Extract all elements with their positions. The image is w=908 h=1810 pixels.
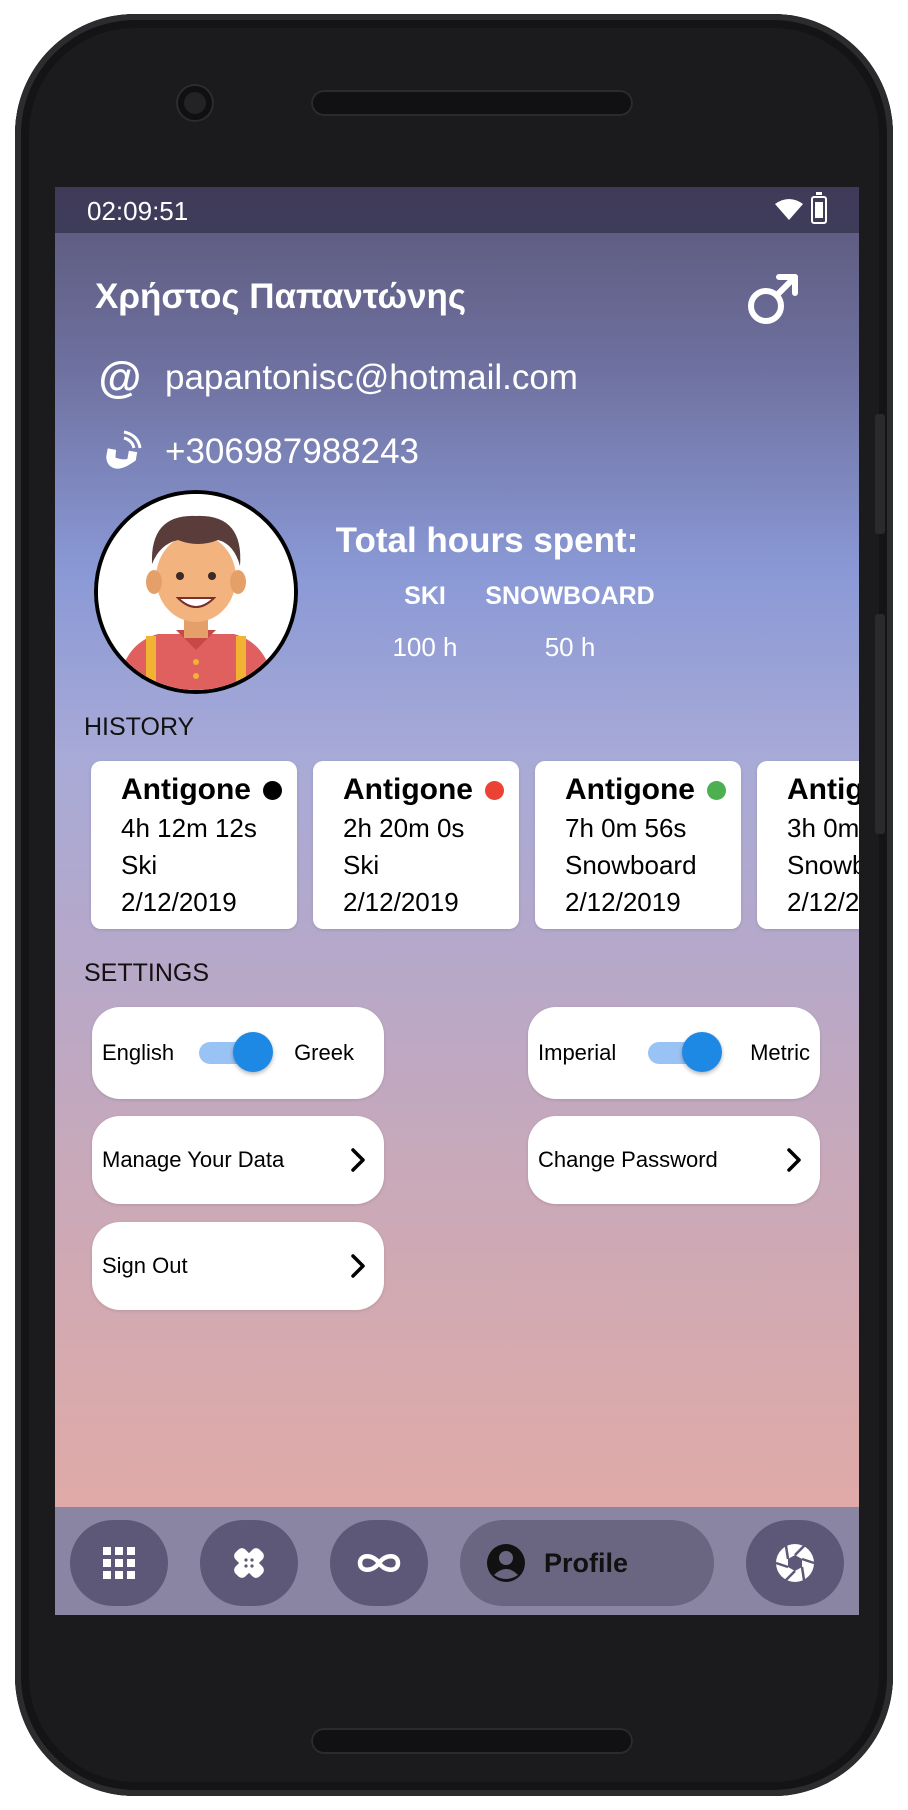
at-icon: @ (98, 353, 142, 402)
history-card[interactable]: Antigone 4h 12m 12s Ski 2/12/2019 (91, 761, 297, 929)
card-sport: Snowboard (565, 850, 697, 880)
power-button (875, 414, 885, 534)
email-text: papantonisc@hotmail.com (165, 358, 578, 397)
card-duration: 2h 20m 0s (343, 813, 465, 843)
male-icon (748, 274, 798, 324)
wifi-icon (775, 199, 803, 220)
chevron-right-icon (351, 1148, 365, 1172)
bandage-icon (234, 1548, 264, 1578)
card-title-row: Antigone (121, 773, 297, 807)
status-dot-icon (706, 780, 726, 800)
card-duration: 3h 0m (787, 813, 859, 843)
units-toggle-card: Imperial Metric (528, 1007, 820, 1099)
snowboard-hours: 50 h (544, 632, 596, 662)
card-title: Antigone (343, 773, 473, 806)
phone-row: +306987988243 (97, 429, 419, 475)
history-card[interactable]: Antigone 7h 0m 56s Snowboard 2/12/2019 (535, 761, 741, 929)
settings-heading: SETTINGS (84, 959, 210, 987)
card-date: 2/12/2019 (343, 887, 459, 917)
sign-out-button[interactable]: Sign Out (92, 1222, 384, 1310)
nav-dashboard-button[interactable] (70, 1520, 168, 1606)
phone-text: +306987988243 (165, 432, 420, 471)
manage-data-label: Manage Your Data (102, 1147, 285, 1172)
history-card[interactable]: Antigone 2h 20m 0s Ski 2/12/2019 (313, 761, 519, 929)
front-camera (178, 86, 212, 120)
nav-activities-button[interactable] (330, 1520, 428, 1606)
card-date: 2/12/2019 (787, 887, 859, 917)
status-time: 02:09:51 (87, 196, 189, 226)
units-right-label: Metric (750, 1040, 810, 1065)
card-sport: Ski (121, 850, 158, 880)
change-password-label: Change Password (538, 1147, 718, 1172)
units-left-label: Imperial (538, 1040, 617, 1065)
battery-icon (811, 192, 827, 224)
aperture-icon (775, 1544, 815, 1582)
card-title-row: Antigone (565, 773, 741, 807)
change-password-button[interactable]: Change Password (528, 1116, 820, 1204)
language-right-label: Greek (294, 1040, 354, 1065)
bottom-speaker (311, 1728, 633, 1754)
language-toggle-card: English Greek (92, 1007, 384, 1099)
history-heading: HISTORY (84, 713, 195, 741)
nav-camera-button[interactable] (746, 1520, 844, 1606)
snowboard-label: SNOWBOARD (485, 582, 655, 610)
app-screen: 02:09:51 Χρήστος Παπαντώνης @ papantonis… (55, 187, 859, 1615)
card-date: 2/12/2019 (565, 887, 681, 917)
card-sport: Ski (343, 850, 380, 880)
status-dot-icon (262, 780, 282, 800)
profile-icon (487, 1544, 525, 1582)
volume-button (875, 614, 885, 834)
grid-icon (103, 1547, 135, 1579)
units-toggle[interactable] (648, 1032, 723, 1072)
chevron-right-icon (787, 1148, 801, 1172)
status-bar: 02:09:51 (55, 187, 859, 233)
manage-data-button[interactable]: Manage Your Data (92, 1116, 384, 1204)
card-duration: 4h 12m 12s (121, 813, 257, 843)
sign-out-label: Sign Out (102, 1253, 188, 1278)
card-title-row: Antigone (343, 773, 519, 807)
card-duration: 7h 0m 56s (565, 813, 687, 843)
chevron-right-icon (351, 1254, 365, 1278)
infinity-icon (357, 1554, 401, 1572)
card-title-row: Antigone (787, 773, 859, 807)
toggle-knob (682, 1032, 723, 1072)
ski-label: SKI (404, 582, 446, 610)
history-card[interactable]: Antigone 3h 0m Snowboard 2/12/2019 (757, 761, 859, 929)
earpiece-speaker (311, 90, 633, 116)
avatar[interactable] (94, 490, 298, 694)
nav-first-aid-button[interactable] (200, 1520, 298, 1606)
profile-name: Χρήστος Παπαντώνης (95, 277, 467, 316)
card-date: 2/12/2019 (121, 887, 237, 917)
card-title: Antigone (565, 773, 695, 806)
toggle-knob (233, 1032, 274, 1072)
avatar-illustration (98, 494, 294, 690)
phone-icon (97, 429, 143, 475)
ski-hours: 100 h (392, 632, 458, 662)
card-title: Antigone (121, 773, 251, 806)
history-list: Antigone 4h 12m 12s Ski 2/12/2019 Antigo… (91, 761, 859, 929)
card-sport: Snowboard (787, 850, 859, 880)
nav-profile-button[interactable]: Profile (460, 1520, 714, 1606)
card-title: Antigone (787, 773, 859, 806)
language-left-label: English (102, 1040, 175, 1065)
hours-title: Total hours spent: (335, 521, 639, 560)
email-row: @ papantonisc@hotmail.com (97, 353, 578, 402)
status-dot-icon (484, 780, 504, 800)
nav-profile-label: Profile (544, 1547, 629, 1578)
bottom-navbar: Profile (55, 1507, 859, 1615)
language-toggle[interactable] (199, 1032, 274, 1072)
